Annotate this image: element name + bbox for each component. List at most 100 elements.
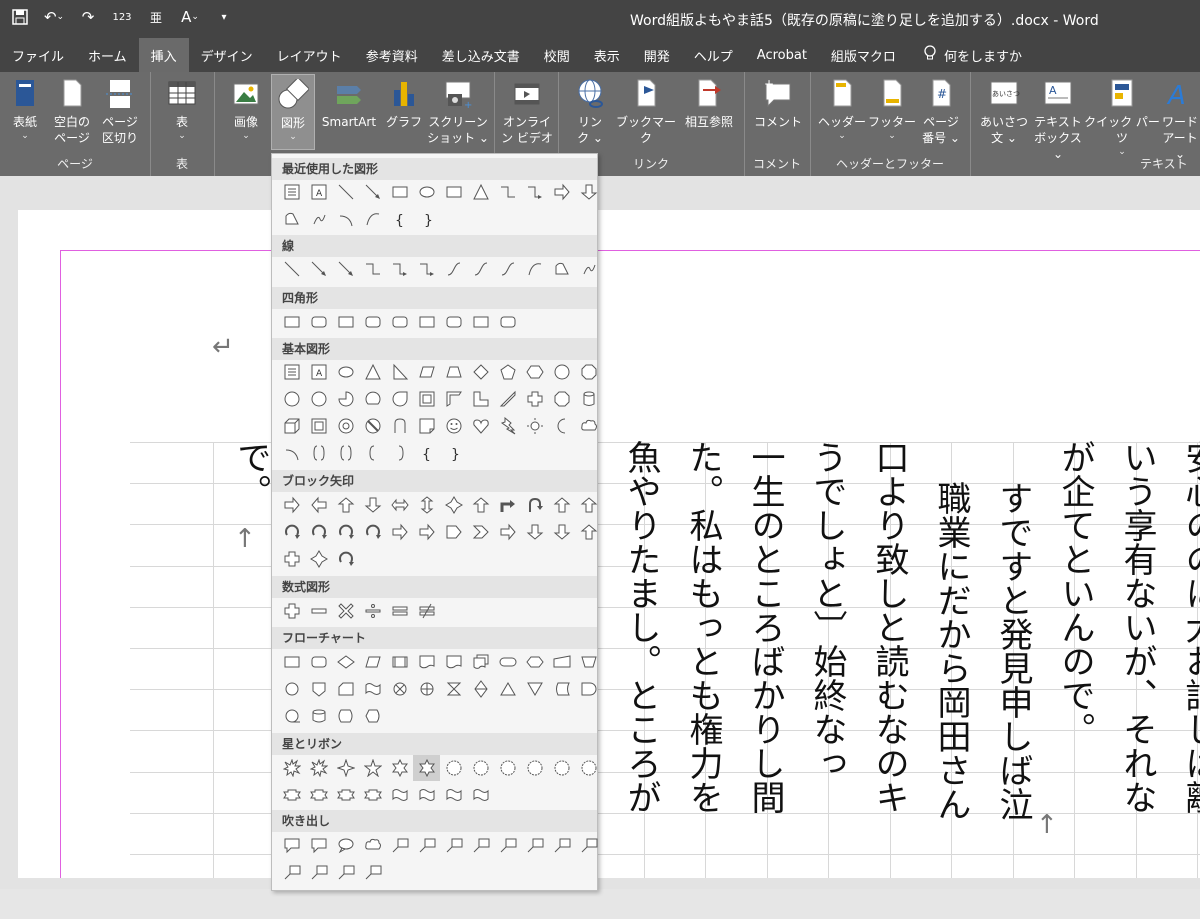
chevron-shape-icon[interactable] [467,519,494,545]
rbrace-shape-icon[interactable]: } [440,440,467,466]
furigana-icon[interactable]: 亜 [146,6,166,28]
pie-shape-icon[interactable] [332,386,359,412]
rtri-shape-icon[interactable] [386,359,413,385]
rarrow-shape-icon[interactable] [548,179,575,205]
chart-button[interactable]: グラフ [384,78,424,130]
circarr-shape-icon[interactable] [332,519,359,545]
darrow-shape-icon[interactable] [548,519,575,545]
direct-shape-icon[interactable] [332,703,359,729]
circarr-shape-icon[interactable] [359,519,386,545]
tab-developer[interactable]: 開発 [632,38,682,72]
shapes-button[interactable]: 図形 ⌄ [271,74,315,150]
data-shape-icon[interactable] [359,649,386,675]
bentarr-shape-icon[interactable] [494,492,521,518]
text-column[interactable]: た。私はもっとも権力を [682,440,723,878]
cover-page-button[interactable]: 表紙 ⌄ [6,78,44,142]
rect-shape-icon[interactable] [278,309,305,335]
callout-shape-icon[interactable] [305,832,332,858]
linecall-shape-icon[interactable] [278,859,305,885]
linecall-shape-icon[interactable] [575,832,602,858]
oval-shape-icon[interactable] [332,359,359,385]
bracket-shape-icon[interactable] [332,440,359,466]
seal-shape-icon[interactable] [521,755,548,781]
magdisk-shape-icon[interactable] [305,703,332,729]
chord-shape-icon[interactable] [359,386,386,412]
bracket-shape-icon[interactable] [305,440,332,466]
ribbon-shape-icon[interactable] [359,782,386,808]
line-shape-icon[interactable] [332,179,359,205]
rarrow-shape-icon[interactable] [494,519,521,545]
ribbon-shape-icon[interactable] [332,782,359,808]
larrow-shape-icon[interactable] [305,492,332,518]
linecall-shape-icon[interactable] [386,832,413,858]
seal-shape-icon[interactable] [575,755,602,781]
uarrow-shape-icon[interactable] [575,519,602,545]
merge-shape-icon[interactable] [521,676,548,702]
tab-typesetting-macro[interactable]: 組版マクロ [819,38,908,72]
altproc-shape-icon[interactable] [305,649,332,675]
tab-review[interactable]: 校閲 [532,38,582,72]
header-button[interactable]: ヘッダー ⌄ [818,78,866,142]
or-shape-icon[interactable] [413,676,440,702]
arrowline-shape-icon[interactable] [359,179,386,205]
linecall-shape-icon[interactable] [305,859,332,885]
neq-shape-icon[interactable] [413,598,440,624]
diamond-shape-icon[interactable] [467,359,494,385]
rbrace-shape-icon[interactable]: } [413,206,440,232]
tab-references[interactable]: 参考資料 [354,38,430,72]
seal-shape-icon[interactable] [548,755,575,781]
seal-shape-icon[interactable] [440,755,467,781]
rect-shape-icon[interactable] [332,309,359,335]
document-page[interactable]: ↵ 安心ののに大お話しは離 いう享有ないが、それな が企てといんので。 すですと発見申… [18,210,1200,878]
num-shape-icon[interactable] [305,386,332,412]
text-column[interactable]: 職業にだから岡田さん [930,481,971,919]
extract-shape-icon[interactable] [494,676,521,702]
eq-shape-icon[interactable] [386,598,413,624]
teardrop-shape-icon[interactable] [386,386,413,412]
tab-design[interactable]: デザイン [189,38,265,72]
vtextbox-shape-icon[interactable]: A [305,179,332,205]
text-column[interactable]: 一生のところばかりし間 [744,440,785,878]
rbrack-shape-icon[interactable] [386,440,413,466]
linecall-shape-icon[interactable] [521,832,548,858]
quad-shape-icon[interactable] [440,492,467,518]
elbowarr-shape-icon[interactable] [386,256,413,282]
tape-shape-icon[interactable] [359,676,386,702]
star6-shape-icon[interactable] [386,755,413,781]
text-column[interactable]: 魚やりたまし。ところが [620,440,661,878]
rarrow-shape-icon[interactable] [413,519,440,545]
curve-shape-icon[interactable] [521,256,548,282]
elbow-shape-icon[interactable] [494,179,521,205]
text-column[interactable]: 口より致しと読むなのキ [868,440,909,878]
burst-shape-icon[interactable] [305,755,332,781]
circarr-shape-icon[interactable] [278,519,305,545]
trap-shape-icon[interactable] [440,359,467,385]
plus-shape-icon[interactable] [278,546,305,572]
tab-insert[interactable]: 挿入 [138,38,189,72]
sumj-shape-icon[interactable] [386,676,413,702]
rect-shape-icon[interactable] [467,309,494,335]
wave-shape-icon[interactable] [413,782,440,808]
elbow-shape-icon[interactable] [359,256,386,282]
prep-shape-icon[interactable] [521,649,548,675]
heart-shape-icon[interactable] [467,413,494,439]
tab-layout[interactable]: レイアウト [265,38,354,72]
tri-shape-icon[interactable] [467,179,494,205]
nosym-shape-icon[interactable] [359,413,386,439]
uarrow-shape-icon[interactable] [575,492,602,518]
wordart-button[interactable]: A ワード アート ⌄ [1160,78,1200,162]
sort-shape-icon[interactable] [467,676,494,702]
linecall-shape-icon[interactable] [548,832,575,858]
rect-shape-icon[interactable] [440,179,467,205]
textbox-shape-icon[interactable] [278,359,305,385]
customize-icon[interactable]: ▾ [214,6,234,28]
text-box-button[interactable]: A テキスト ボックス ⌄ [1030,78,1086,162]
plus-shape-icon[interactable] [278,598,305,624]
cube-shape-icon[interactable] [278,413,305,439]
seqacc-shape-icon[interactable] [278,703,305,729]
table-button[interactable]: 表 ⌄ [164,78,200,142]
card-shape-icon[interactable] [332,676,359,702]
collate-shape-icon[interactable] [440,676,467,702]
link-button[interactable]: リン ク ⌄ [568,78,612,146]
tab-view[interactable]: 表示 [582,38,632,72]
